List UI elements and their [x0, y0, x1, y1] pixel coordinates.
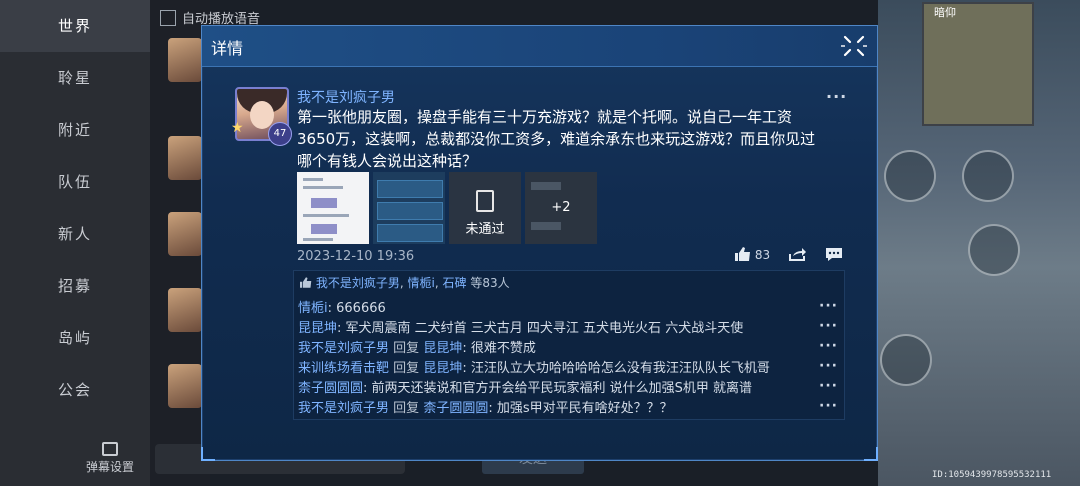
comment-item[interactable]: 昆昆坤: 军犬周震南 二犬纣首 三犬古月 四犬寻江 五犬电光火石 六犬战斗天使: [298, 317, 743, 336]
post-body: 第一张他朋友圈，操盘手能有三十万充游戏？就是个托啊。说自己一年工资3650万，这…: [297, 108, 816, 170]
corner-decoration: [201, 447, 215, 461]
reply-target[interactable]: 柰子圆圆圆: [423, 401, 488, 416]
detail-dialog: 详情 ★ 47 我不是刘疯子男 ··· 第一张他朋友圈，操盘手能有三十万充游戏？: [201, 25, 878, 461]
reply-word: 回复: [393, 341, 420, 356]
comment-text: : 汪汪队立大功哈哈哈哈怎么没有我汪汪队队长飞机哥: [462, 361, 770, 376]
post-image-more[interactable]: +2: [525, 172, 597, 244]
reply-target[interactable]: 昆昆坤: [423, 341, 462, 356]
comment-more-icon[interactable]: ···: [819, 379, 838, 393]
reply-word: 回复: [393, 361, 420, 376]
comment-author[interactable]: 来训练场看击靶: [298, 361, 389, 376]
chat-avatar: [168, 212, 202, 256]
comment-more-icon[interactable]: ···: [819, 399, 838, 413]
likers-row: 我不是刘疯子男, 情栀i, 石碑 等83人: [300, 274, 510, 291]
chat-avatar: [168, 38, 202, 82]
like-count: 83: [754, 248, 771, 262]
share-button[interactable]: [789, 247, 807, 264]
comment-icon: [826, 248, 842, 261]
comment-more-icon[interactable]: ···: [819, 319, 838, 333]
comment-button[interactable]: [825, 247, 843, 265]
post-image[interactable]: [297, 172, 369, 244]
liker-name[interactable]: 我不是刘疯子男: [316, 276, 400, 290]
game-action-button[interactable]: [962, 150, 1014, 202]
liker-name[interactable]: 情栀i: [407, 276, 434, 290]
comment-author[interactable]: 我不是刘疯子男: [298, 341, 389, 356]
channel-tab-recruit[interactable]: 招募: [0, 260, 150, 312]
chat-avatar: [168, 136, 202, 180]
channel-tab-newbie[interactable]: 新人: [0, 208, 150, 260]
comment-author[interactable]: 柰子圆圆圆: [298, 381, 363, 396]
level-badge: 47: [268, 122, 292, 146]
comment-text: : 加强s甲对平民有啥好处？？？: [488, 401, 673, 416]
comment-item[interactable]: 我不是刘疯子男 回复 昆昆坤: 很难不赞成: [298, 337, 536, 356]
channel-tab-nearby[interactable]: 附近: [0, 104, 150, 156]
more-images-count: +2: [551, 200, 571, 215]
comment-text: : 666666: [327, 301, 386, 316]
post-time: 2023-12-10 19:36: [297, 249, 415, 264]
game-action-button[interactable]: [884, 150, 936, 202]
close-icon: [841, 35, 867, 57]
post-image-rejected[interactable]: 未通过: [449, 172, 521, 244]
reply-word: 回复: [393, 401, 420, 416]
comment-author[interactable]: 昆昆坤: [298, 321, 337, 336]
comment-text: : 军犬周震南 二犬纣首 三犬古月 四犬寻江 五犬电光火石 六犬战斗天使: [337, 321, 744, 336]
comment-more-icon[interactable]: ···: [819, 339, 838, 353]
game-action-button[interactable]: [880, 334, 932, 386]
share-icon: [789, 248, 806, 261]
star-icon: ★: [231, 120, 244, 136]
danmu-settings-button[interactable]: 弹幕设置: [70, 442, 150, 475]
comment-section: 我不是刘疯子男, 情栀i, 石碑 等83人 情栀i: 666666 ··· 昆昆…: [293, 270, 845, 420]
close-button[interactable]: [839, 32, 869, 60]
chat-avatar: [168, 364, 202, 408]
danmu-settings-label: 弹幕设置: [85, 460, 134, 474]
channel-tab-guild[interactable]: 公会: [0, 364, 150, 416]
reply-target[interactable]: 昆昆坤: [423, 361, 462, 376]
comment-more-icon[interactable]: ···: [819, 359, 838, 373]
autoplay-checkbox[interactable]: [160, 9, 176, 26]
channel-tab-team[interactable]: 队伍: [0, 156, 150, 208]
dialog-header: 详情: [202, 26, 877, 67]
comment-author[interactable]: 我不是刘疯子男: [298, 401, 389, 416]
dialog-title: 详情: [211, 39, 244, 58]
rejected-label: 未通过: [465, 222, 505, 237]
likers-count: 等83人: [470, 276, 510, 290]
thumbs-up-icon: [735, 247, 750, 261]
comment-author[interactable]: 情栀i: [298, 301, 328, 316]
chat-avatar: [168, 288, 202, 332]
channel-tab-island[interactable]: 岛屿: [0, 312, 150, 364]
map-area-label: 暗仰: [934, 6, 956, 19]
player-id-text: ID:1059439978595532111: [932, 470, 1052, 480]
comment-item[interactable]: 我不是刘疯子男 回复 柰子圆圆圆: 加强s甲对平民有啥好处？？？: [298, 397, 673, 416]
danmu-icon: [102, 442, 118, 456]
more-options-icon[interactable]: ···: [826, 89, 847, 105]
channel-tab-lingxing[interactable]: 聆星: [0, 52, 150, 104]
comment-text: : 前两天还装说和官方开会给平民玩家福利 说什么加强S机甲 就离谱: [363, 381, 753, 396]
comment-item[interactable]: 情栀i: 666666: [298, 297, 386, 316]
chat-channel-nav: 世界 聆星 附近 队伍 新人 招募 岛屿 公会: [0, 0, 150, 416]
comment-text: : 很难不赞成: [462, 341, 536, 356]
comment-more-icon[interactable]: ···: [819, 299, 838, 313]
post-image[interactable]: [373, 172, 445, 244]
aim-button[interactable]: [968, 224, 1020, 276]
minimap[interactable]: [922, 2, 1034, 126]
corner-decoration: [864, 447, 878, 461]
liker-name[interactable]: 石碑: [442, 276, 466, 290]
author-name[interactable]: 我不是刘疯子男: [297, 87, 395, 107]
warning-document-icon: [476, 190, 494, 212]
like-button[interactable]: 83: [735, 247, 770, 262]
comment-item[interactable]: 柰子圆圆圆: 前两天还装说和官方开会给平民玩家福利 说什么加强S机甲 就离谱: [298, 377, 752, 396]
thumbs-up-icon: [300, 277, 312, 288]
comment-item[interactable]: 来训练场看击靶 回复 昆昆坤: 汪汪队立大功哈哈哈哈怎么没有我汪汪队队长飞机哥: [298, 357, 770, 376]
channel-tab-world[interactable]: 世界: [0, 0, 150, 52]
